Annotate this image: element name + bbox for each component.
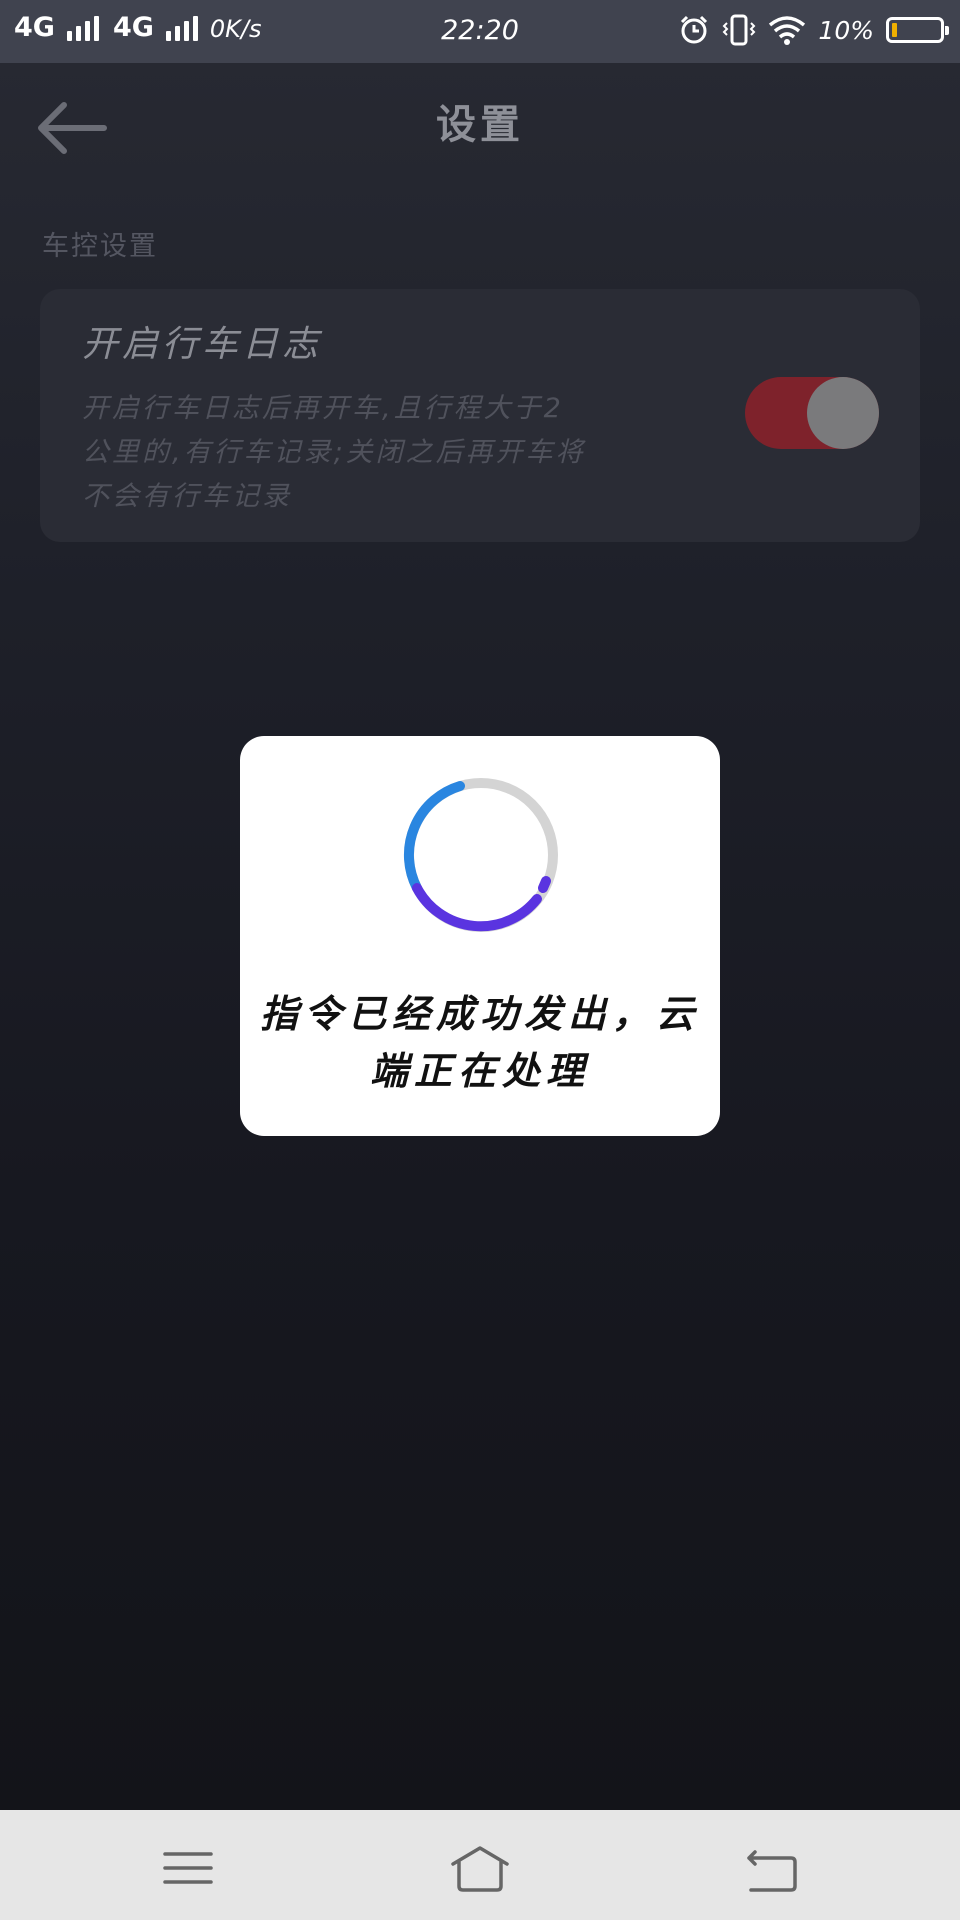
dialog-message: 指令已经成功发出，云 端正在处理 <box>260 986 700 1100</box>
home-icon[interactable] <box>435 1838 525 1898</box>
battery-percent: 10% <box>818 15 874 45</box>
navigation-bar <box>0 1810 960 1920</box>
processing-dialog: 指令已经成功发出，云 端正在处理 <box>240 736 720 1136</box>
driving-log-card: 开启行车日志 开启行车日志后再开车,且行程大于2 公里的,有行车记录;关闭之后再… <box>40 289 920 542</box>
battery-icon <box>886 17 949 43</box>
section-label: 车控设置 <box>42 231 158 262</box>
description-line: 公里的,有行车记录;关闭之后再开车将 <box>82 437 586 468</box>
loading-spinner-icon <box>403 778 558 932</box>
wifi-icon <box>769 16 806 45</box>
menu-icon[interactable] <box>143 1838 233 1898</box>
toggle-knob <box>807 377 879 449</box>
setting-description: 开启行车日志后再开车,且行程大于2 公里的,有行车记录;关闭之后再开车将 不会有… <box>82 387 622 519</box>
driving-log-toggle[interactable] <box>745 377 879 449</box>
description-line: 开启行车日志后再开车,且行程大于2 <box>82 393 564 424</box>
back-icon[interactable] <box>727 1838 817 1898</box>
vibrate-icon <box>723 14 756 46</box>
message-line: 指令已经成功发出，云 <box>260 992 701 1036</box>
description-line: 不会有行车记录 <box>82 481 292 512</box>
page-title: 设置 <box>436 102 524 148</box>
alarm-icon <box>681 15 708 44</box>
message-line: 端正在处理 <box>369 1049 590 1093</box>
status-right: 10% <box>678 14 949 46</box>
setting-title: 开启行车日志 <box>82 324 323 365</box>
battery-level <box>892 23 897 37</box>
status-bar: 4G 4G 0K/s 22:20 10% <box>0 0 960 63</box>
